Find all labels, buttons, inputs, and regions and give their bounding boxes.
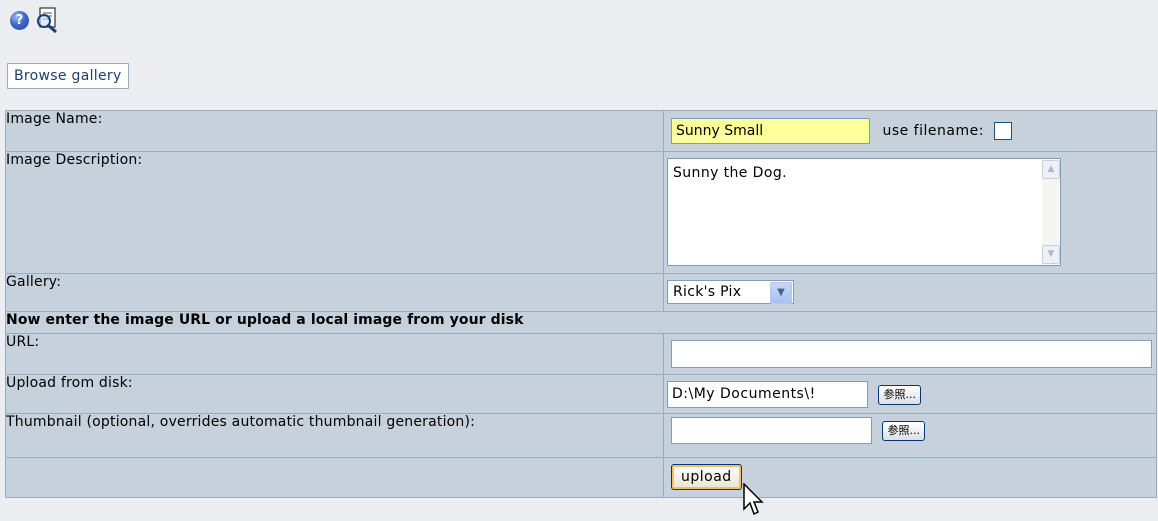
submit-row: upload bbox=[5, 457, 1157, 498]
upload-from-disk-cell: D:\My Documents\! 参照... bbox=[663, 374, 1157, 414]
image-description-cell: Sunny the Dog. ▲ ▼ bbox=[663, 151, 1157, 274]
submit-row-empty bbox=[5, 457, 664, 498]
mouse-cursor-icon bbox=[743, 483, 764, 516]
image-upload-form: Image Name: use filename: Image Descript… bbox=[5, 110, 1157, 498]
gallery-label: Gallery: bbox=[5, 273, 664, 312]
url-input[interactable] bbox=[671, 340, 1152, 368]
description-scrollbar[interactable]: ▲ ▼ bbox=[1042, 160, 1060, 264]
thumbnail-cell: 参照... bbox=[663, 413, 1157, 458]
image-name-label: Image Name: bbox=[5, 110, 664, 152]
section-heading-row: Now enter the image URL or upload a loca… bbox=[5, 311, 1157, 334]
zoom-icon[interactable] bbox=[35, 7, 59, 33]
section-heading: Now enter the image URL or upload a loca… bbox=[5, 311, 1157, 334]
upload-button[interactable]: upload bbox=[671, 464, 742, 490]
gallery-cell: Rick's Pix ▼ bbox=[663, 273, 1157, 312]
scroll-down-icon[interactable]: ▼ bbox=[1042, 245, 1060, 264]
thumbnail-label-text: Thumbnail (optional, overrides automatic… bbox=[6, 414, 476, 430]
image-description-textarea[interactable]: Sunny the Dog. ▲ ▼ bbox=[667, 158, 1061, 266]
thumbnail-file-input[interactable] bbox=[671, 417, 872, 444]
scroll-up-icon[interactable]: ▲ bbox=[1042, 160, 1060, 179]
image-name-cell: use filename: bbox=[663, 110, 1157, 152]
gallery-select[interactable]: Rick's Pix ▼ bbox=[667, 280, 794, 304]
upload-from-disk-label: Upload from disk: bbox=[5, 374, 664, 414]
gallery-row: Gallery: Rick's Pix ▼ bbox=[5, 273, 1157, 312]
url-row: URL: bbox=[5, 333, 1157, 375]
browse-gallery-link[interactable]: Browse gallery bbox=[7, 63, 129, 89]
gallery-selected-value: Rick's Pix bbox=[673, 284, 742, 300]
use-filename-label: use filename: bbox=[882, 123, 984, 139]
image-name-input[interactable] bbox=[671, 118, 870, 144]
use-filename-checkbox[interactable] bbox=[994, 122, 1013, 140]
submit-cell: upload bbox=[663, 457, 1157, 498]
image-description-text: Sunny the Dog. bbox=[673, 165, 787, 181]
image-description-label: Image Description: bbox=[5, 151, 664, 274]
help-icon[interactable]: ? bbox=[10, 11, 29, 30]
thumbnail-label: Thumbnail (optional, overrides automatic… bbox=[5, 413, 664, 458]
upload-from-disk-row: Upload from disk: D:\My Documents\! 参照..… bbox=[5, 374, 1157, 414]
image-name-row: Image Name: use filename: bbox=[5, 110, 1157, 152]
thumbnail-row: Thumbnail (optional, overrides automatic… bbox=[5, 413, 1157, 458]
upload-file-input[interactable]: D:\My Documents\! bbox=[667, 381, 868, 408]
url-cell bbox=[663, 333, 1157, 375]
upload-browse-button[interactable]: 参照... bbox=[878, 385, 921, 405]
thumbnail-browse-button[interactable]: 参照... bbox=[882, 421, 925, 441]
chevron-down-icon[interactable]: ▼ bbox=[770, 282, 792, 304]
image-description-row: Image Description: Sunny the Dog. ▲ ▼ bbox=[5, 151, 1157, 274]
url-label: URL: bbox=[5, 333, 664, 375]
